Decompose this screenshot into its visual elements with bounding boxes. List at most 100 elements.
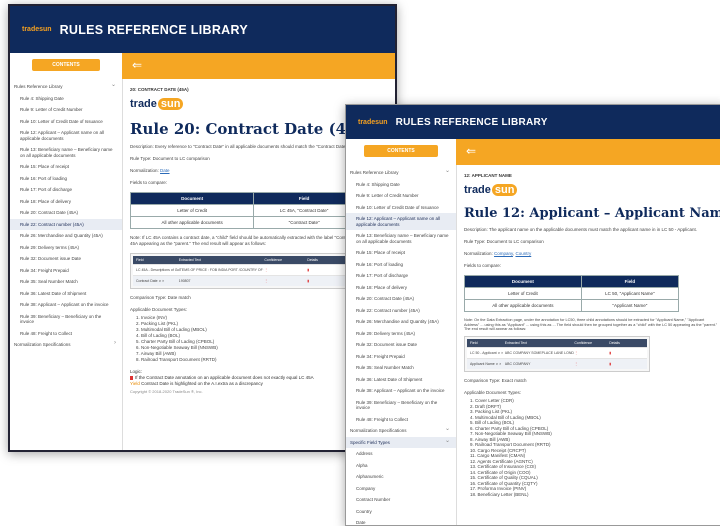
sidebar-item-label: Rule 17: Port of discharge	[20, 187, 73, 192]
sidebar-item[interactable]: Rule 29: Delivery terms (45A)	[346, 328, 456, 340]
sidebar-item-label: Rules Reference Library	[350, 170, 399, 175]
sidebar-item[interactable]: Rule 12: Applicant – Applicant name on a…	[346, 213, 456, 230]
table-header: Document	[464, 275, 582, 288]
sidebar-item[interactable]: Rule 16: Port of loading	[346, 259, 456, 271]
sidebar-item[interactable]: Rules Reference Library ⌄	[346, 167, 456, 179]
sidebar-item[interactable]: Rule 15: Place of receipt	[10, 161, 122, 173]
back-arrow-icon[interactable]: ⇐	[466, 144, 476, 158]
fields-table: Document Field Letter of Credit LC 50, "…	[464, 275, 680, 312]
sidebar-item[interactable]: Rule 35: Seal Number Match	[346, 362, 456, 374]
sidebar-item-label: Rules Reference Library	[14, 84, 63, 89]
rule-12-window: tradesun RULES REFERENCE LIBRARY CONTENT…	[345, 104, 720, 526]
normalization-link-country[interactable]: Country	[515, 251, 531, 256]
sidebar-item[interactable]: Rule 48: Freight to Collect	[346, 414, 456, 426]
sidebar-item[interactable]: Rule 38: Applicant – Applicant on the in…	[346, 385, 456, 397]
sidebar-item[interactable]: Rule 39: Beneficiary – Beneficiary on th…	[346, 397, 456, 414]
chevron-down-icon[interactable]: ⌄	[445, 438, 450, 445]
sidebar-item[interactable]: Rule 38: Applicant – Applicant on the in…	[10, 299, 122, 311]
sidebar-item-label: Rule 15: Place of receipt	[356, 250, 406, 255]
sidebar-item-label: Specific Field Types	[350, 439, 390, 445]
app-header: tradesun RULES REFERENCE LIBRARY	[346, 105, 720, 139]
sidebar-item[interactable]: Contract Number	[346, 494, 456, 506]
table-header: Field	[253, 192, 355, 205]
tradesun-content-logo: trade sun	[130, 98, 184, 110]
sidebar-item-label: Rule 32: Document issue Date	[20, 256, 82, 261]
normalization-link-company[interactable]: Company	[494, 251, 513, 256]
contents-button[interactable]: CONTENTS	[364, 145, 438, 157]
sidebar-item[interactable]: Rule 26: Merchandise and Quantity (45A)	[10, 230, 122, 242]
sidebar-item[interactable]: Rule 34: Freight Prepaid	[10, 265, 122, 277]
sidebar-item[interactable]: Rule 36: Latest Date of Shipment	[346, 374, 456, 386]
breadcrumb: 12: APPLICANT NAME	[464, 173, 512, 178]
sidebar-item[interactable]: Alphanumeric	[346, 471, 456, 483]
shot-row: LC 45A - Descriptions of Goods ... ∨ ×IT…	[133, 264, 353, 275]
sidebar-item[interactable]: Normalization Specifications ⌄	[346, 425, 456, 437]
sidebar-item-label: Rule 26: Merchandise and Quantity (45A)	[356, 319, 439, 324]
contents-button[interactable]: CONTENTS	[32, 59, 100, 71]
sidebar-item[interactable]: Rule 12: Applicant – Applicant name on a…	[10, 127, 122, 144]
table-cell: "Contract Date"	[253, 216, 355, 229]
chevron-right-icon[interactable]: ›	[114, 340, 116, 347]
trash-icon: ▮	[609, 362, 612, 366]
sidebar-item[interactable]: Rule 22: Contract number (45A)	[346, 305, 456, 317]
sidebar: CONTENTS Rules Reference Library ⌄ Rule 4:…	[346, 139, 457, 525]
sidebar-item[interactable]: Rule 32: Document issue Date	[10, 253, 122, 265]
sidebar-item-label: Normalization Specifications	[350, 428, 407, 433]
sidebar-item[interactable]: Company	[346, 483, 456, 495]
sidebar-item-label: Rule 4: Shipping Date	[356, 181, 400, 187]
sidebar-item[interactable]: Rule 10: Letter of Credit Date of Issuan…	[346, 202, 456, 214]
sidebar-item[interactable]: Normalization Specifications ›	[10, 339, 122, 351]
chevron-down-icon[interactable]: ⌄	[111, 82, 116, 89]
sidebar-item[interactable]: Country	[346, 506, 456, 518]
sidebar-item[interactable]: Rule 36: Latest Date of Shipment	[10, 288, 122, 300]
sidebar-item[interactable]: Rule 10: Letter of Credit Date of Issuan…	[10, 116, 122, 128]
sidebar-nav: Rules Reference Library ⌄ Rule 4: Shipping…	[10, 81, 122, 351]
sidebar-item[interactable]: Rule 35: Seal Number Match	[10, 276, 122, 288]
shot-header: Field Extracted Text Confidence Details	[467, 339, 647, 347]
sidebar-item[interactable]: Rule 9: Letter of Credit Number	[346, 190, 456, 202]
sidebar-item-label: Normalization Specifications	[14, 342, 71, 347]
sidebar-item[interactable]: Rule 4: Shipping Date	[346, 179, 456, 191]
sidebar-item[interactable]: Rule 48: Freight to Collect	[10, 328, 122, 340]
sidebar-item[interactable]: Rule 17: Port of discharge	[10, 184, 122, 196]
sidebar-item-label: Rule 32: Document issue Date	[356, 342, 418, 347]
table-row: Letter of Credit LC 45A, "Contract Date"	[129, 204, 355, 217]
sidebar-item[interactable]: Rule 26: Merchandise and Quantity (45A)	[346, 316, 456, 328]
rule-description: Description: The applicant name on the a…	[464, 227, 698, 232]
sidebar-item[interactable]: Rule 13: Beneficiary name – Beneficiary …	[346, 230, 456, 247]
back-arrow-icon[interactable]: ⇐	[132, 58, 142, 72]
sidebar-item[interactable]: Alpha	[346, 460, 456, 472]
sidebar-item[interactable]: Rule 15: Place of receipt	[346, 247, 456, 259]
sidebar-item-label: Rule 38: Applicant – Applicant on the in…	[356, 388, 445, 393]
sidebar-item[interactable]: Rule 17: Port of discharge	[346, 270, 456, 282]
sidebar-item[interactable]: Rule 13: Beneficiary name – Beneficiary …	[10, 144, 122, 161]
tradesun-logo[interactable]: tradesun	[358, 119, 388, 126]
sidebar-item[interactable]: Rule 32: Document issue Date	[346, 339, 456, 351]
sidebar-item[interactable]: Rule 18: Place of delivery	[346, 282, 456, 294]
rule-type: Rule Type: Document to LC comparison	[464, 239, 544, 244]
chevron-down-icon[interactable]: ⌄	[445, 168, 450, 175]
table-cell: Letter of Credit	[464, 287, 582, 300]
sidebar-item[interactable]: Rule 9: Letter of Credit Number	[10, 104, 122, 116]
sidebar-item[interactable]: Rule 20: Contract Date (45A)	[10, 207, 122, 219]
sidebar-item-label: Rule 29: Delivery terms (45A)	[20, 244, 80, 250]
sidebar-item[interactable]: Rule 22: Contract number (45A)	[10, 218, 122, 230]
chevron-down-icon[interactable]: ⌄	[445, 426, 450, 433]
trash-icon: ▮	[307, 268, 310, 272]
sidebar-item[interactable]: Address	[346, 448, 456, 460]
sidebar-item[interactable]: Rules Reference Library ⌄	[10, 81, 122, 93]
sidebar-item-label: Rule 13: Beneficiary name – Beneficiary …	[20, 147, 113, 158]
sidebar-item[interactable]: Rule 18: Place of delivery	[10, 196, 122, 208]
sidebar-item[interactable]: Rule 4: Shipping Date	[10, 93, 122, 105]
tradesun-logo[interactable]: tradesun	[22, 26, 52, 33]
sidebar-item[interactable]: Rule 20: Contract Date (45A)	[346, 293, 456, 305]
sidebar-item[interactable]: Rule 16: Port of loading	[10, 173, 122, 185]
sidebar-item[interactable]: Date	[346, 517, 456, 525]
sidebar-item[interactable]: Rule 29: Delivery terms (45A)	[10, 242, 122, 254]
sidebar-item-label: Rule 10: Letter of Credit Date of Issuan…	[20, 118, 103, 124]
normalization-link-date[interactable]: Date	[160, 168, 170, 173]
sidebar-item[interactable]: Specific Field Types ⌄	[346, 436, 456, 448]
sidebar-item[interactable]: Rule 39: Beneficiary – Beneficiary on th…	[10, 311, 122, 328]
sidebar-item[interactable]: Rule 34: Freight Prepaid	[346, 351, 456, 363]
sidebar-item-label: Rule 9: Letter of Credit Number	[20, 107, 83, 112]
